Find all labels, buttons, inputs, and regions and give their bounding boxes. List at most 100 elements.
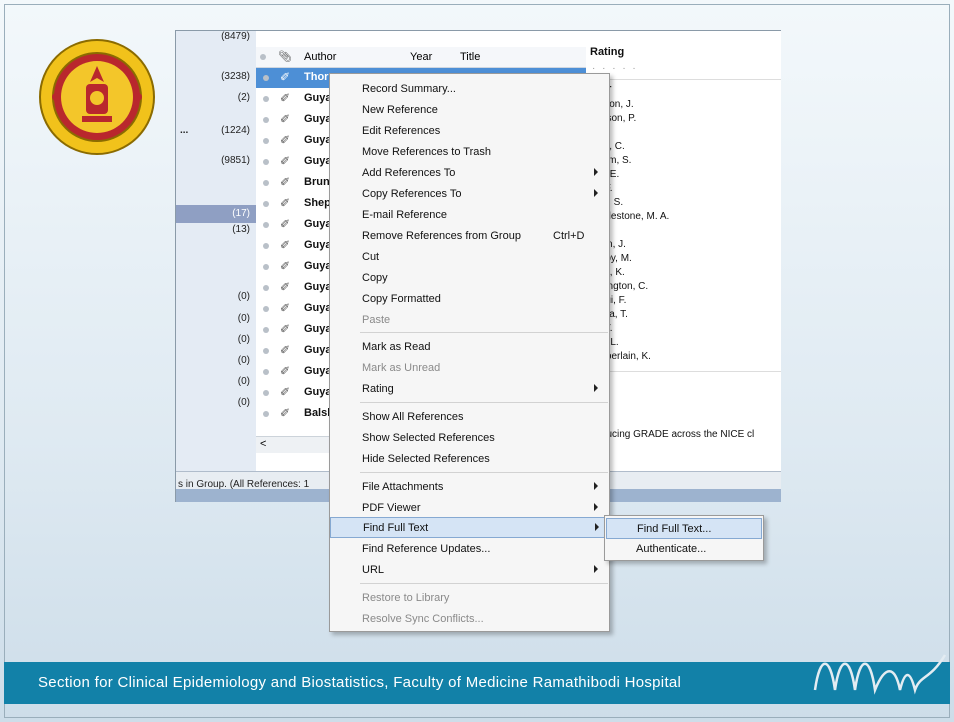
- submenu-item-authenticate[interactable]: Authenticate...: [606, 539, 762, 560]
- reference-author: Brun: [304, 176, 330, 188]
- menu-item-cut[interactable]: Cut: [330, 247, 609, 268]
- attachment-icon: ✐: [280, 364, 291, 378]
- menu-item-copy-formatted[interactable]: Copy Formatted: [330, 289, 609, 310]
- reference-author: Guya: [304, 302, 332, 314]
- submenu-arrow-icon: [595, 523, 599, 531]
- attachment-icon: ✐: [280, 196, 291, 210]
- menu-item-label: Edit References: [362, 125, 441, 137]
- attachment-icon: ✐: [280, 406, 291, 420]
- menu-item-show-all-references[interactable]: Show All References: [330, 407, 609, 428]
- menu-item-label: Rating: [362, 383, 394, 395]
- menu-item-file-attachments[interactable]: File Attachments: [330, 477, 609, 498]
- group-count[interactable]: (0): [238, 313, 250, 324]
- menu-item-edit-references[interactable]: Edit References: [330, 121, 609, 142]
- menu-item-resolve-sync-conflicts: Resolve Sync Conflicts...: [330, 609, 609, 630]
- menu-item-label: PDF Viewer: [362, 502, 421, 514]
- read-status-icon: [263, 369, 269, 375]
- menu-item-label: Hide Selected References: [362, 453, 490, 465]
- group-selected[interactable]: (17): [176, 205, 256, 223]
- menu-item-find-reference-updates[interactable]: Find Reference Updates...: [330, 539, 609, 560]
- read-status-icon: [263, 327, 269, 333]
- read-status-icon: [263, 222, 269, 228]
- menu-separator: [360, 583, 608, 584]
- menu-item-label: Show Selected References: [362, 432, 495, 444]
- submenu-arrow-icon: [594, 189, 598, 197]
- reference-author: Guya: [304, 344, 332, 356]
- group-count[interactable]: (0): [238, 334, 250, 345]
- group-count[interactable]: (13): [232, 224, 250, 235]
- menu-item-label: Copy: [362, 272, 388, 284]
- menu-item-label: New Reference: [362, 104, 438, 116]
- reference-author: Guya: [304, 386, 332, 398]
- read-status-icon: [263, 96, 269, 102]
- menu-item-label: Show All References: [362, 411, 464, 423]
- menu-item-url[interactable]: URL: [330, 560, 609, 581]
- submenu-item-find-full-text[interactable]: Find Full Text...: [606, 518, 762, 539]
- menu-item-copy-references-to[interactable]: Copy References To: [330, 184, 609, 205]
- attachment-icon: ✐: [280, 70, 291, 84]
- read-status-icon: [263, 138, 269, 144]
- menu-item-record-summary[interactable]: Record Summary...: [330, 79, 609, 100]
- group-count[interactable]: (1224): [221, 125, 250, 136]
- footer-text: Section for Clinical Epidemiology and Bi…: [38, 674, 682, 691]
- context-menu: Record Summary... New Reference Edit Refer…: [329, 73, 610, 632]
- menu-item-label: Mark as Unread: [362, 362, 441, 374]
- menu-item-remove-references-from-group[interactable]: Remove References from Group Ctrl+D: [330, 226, 609, 247]
- attachment-icon: ✐: [280, 280, 291, 294]
- menu-item-rating[interactable]: Rating: [330, 379, 609, 400]
- group-count[interactable]: (0): [238, 355, 250, 366]
- menu-item-label: E-mail Reference: [362, 209, 447, 221]
- menu-item-label: Copy References To: [362, 188, 462, 200]
- attachment-icon: ✐: [280, 322, 291, 336]
- read-status-icon: [263, 243, 269, 249]
- menu-item-move-references-to-trash[interactable]: Move References to Trash: [330, 142, 609, 163]
- menu-shortcut: Ctrl+D: [553, 230, 585, 242]
- attachment-icon: ✐: [280, 133, 291, 147]
- reference-author: Guya: [304, 92, 332, 104]
- read-status-header-icon: [260, 54, 266, 60]
- group-count[interactable]: (9851): [221, 155, 250, 166]
- read-status-icon: [263, 159, 269, 165]
- menu-item-new-reference[interactable]: New Reference: [330, 100, 609, 121]
- menu-item-show-selected-references[interactable]: Show Selected References: [330, 428, 609, 449]
- submenu-arrow-icon: [594, 384, 598, 392]
- reference-author: Guya: [304, 281, 332, 293]
- menu-item-e-mail-reference[interactable]: E-mail Reference: [330, 205, 609, 226]
- scroll-left-icon[interactable]: <: [260, 438, 266, 450]
- title-column-header[interactable]: Title: [460, 51, 480, 63]
- menu-item-copy[interactable]: Copy: [330, 268, 609, 289]
- title-value[interactable]: roducing GRADE across the NICE cl: [592, 429, 754, 440]
- reference-author: Guya: [304, 155, 332, 167]
- attachment-icon: ✐: [280, 175, 291, 189]
- group-count[interactable]: (0): [238, 397, 250, 408]
- submenu-arrow-icon: [594, 565, 598, 573]
- author-column-header[interactable]: Author: [304, 51, 336, 63]
- read-status-icon: [263, 390, 269, 396]
- menu-item-find-full-text[interactable]: Find Full Text: [330, 517, 609, 538]
- group-count[interactable]: (8479): [221, 31, 250, 42]
- group-count[interactable]: (0): [238, 291, 250, 302]
- group-ellipsis: ...: [180, 125, 189, 136]
- reference-author: Thor: [304, 71, 329, 83]
- menu-item-mark-as-read[interactable]: Mark as Read: [330, 337, 609, 358]
- signature-graphic: [813, 654, 947, 695]
- menu-item-label: Resolve Sync Conflicts...: [362, 613, 484, 625]
- menu-item-hide-selected-references[interactable]: Hide Selected References: [330, 449, 609, 470]
- group-count[interactable]: (3238): [221, 71, 250, 82]
- attachment-icon: ✐: [280, 301, 291, 315]
- find-full-text-submenu: Find Full Text... Authenticate...: [604, 515, 764, 561]
- menu-item-pdf-viewer[interactable]: PDF Viewer: [330, 498, 609, 519]
- menu-item-paste: Paste: [330, 310, 609, 331]
- read-status-icon: [263, 75, 269, 81]
- group-count[interactable]: (2): [238, 92, 250, 103]
- menu-item-add-references-to[interactable]: Add References To: [330, 163, 609, 184]
- year-column-header[interactable]: Year: [410, 51, 432, 63]
- read-status-icon: [263, 285, 269, 291]
- slide-footer: Section for Clinical Epidemiology and Bi…: [4, 662, 950, 704]
- menu-item-mark-as-unread: Mark as Unread: [330, 358, 609, 379]
- read-status-icon: [263, 180, 269, 186]
- attachment-icon: ✐: [280, 217, 291, 231]
- submenu-arrow-icon: [594, 503, 598, 511]
- group-count[interactable]: (0): [238, 376, 250, 387]
- reference-author: Guya: [304, 365, 332, 377]
